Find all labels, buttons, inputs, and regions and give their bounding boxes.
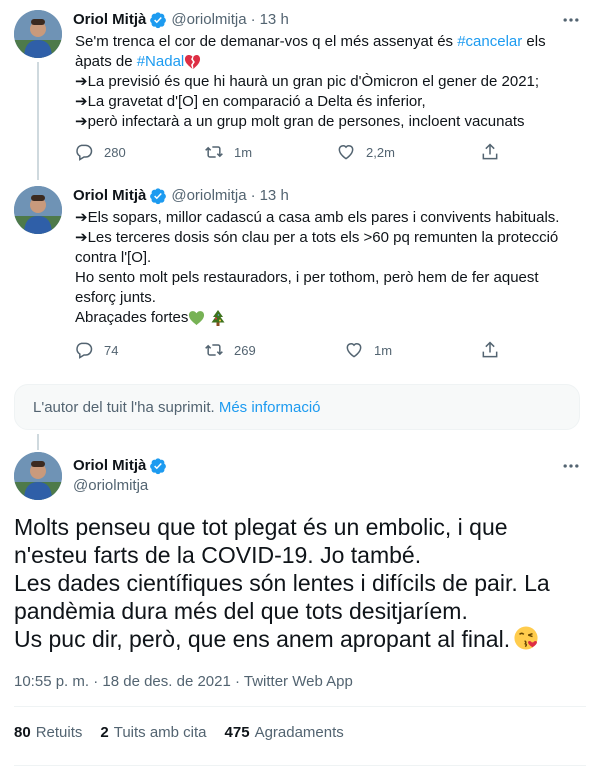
- avatar-photo: [14, 10, 62, 58]
- retweet-button[interactable]: 1m: [204, 142, 252, 162]
- heart-icon: [338, 145, 354, 160]
- main-tweet-handle-row: @oriolmitja: [73, 476, 148, 496]
- reply-icon: [76, 342, 93, 359]
- face-blowing-kiss-emoji-icon: [514, 626, 538, 650]
- green-heart-emoji-icon: [189, 311, 205, 326]
- reply-button[interactable]: 74: [74, 340, 118, 360]
- main-tweet-header: Oriol Mitjà: [73, 456, 171, 476]
- retweet-icon: [205, 146, 223, 158]
- author-handle[interactable]: @oriolmitja: [73, 476, 148, 496]
- reply-count: 74: [104, 342, 119, 358]
- hashtag-nadal[interactable]: #Nadal: [137, 53, 185, 70]
- verified-badge-icon: [150, 12, 167, 29]
- like-button[interactable]: 1m: [344, 340, 392, 360]
- avatar-photo: [14, 186, 62, 234]
- hashtag-cancelar[interactable]: #cancelar: [457, 33, 522, 50]
- author-name[interactable]: Oriol Mitjà: [73, 456, 146, 476]
- reply-count: 280: [104, 144, 126, 160]
- share-icon: [482, 143, 498, 160]
- tweet-text-part: Se'm trenca el cor de demanar-vos q el m…: [75, 33, 458, 50]
- avatar[interactable]: [14, 10, 62, 58]
- retweet-button[interactable]: 269: [204, 340, 256, 360]
- avatar[interactable]: [14, 186, 62, 234]
- like-button[interactable]: 2,2m: [336, 142, 395, 162]
- tweet-header: Oriol Mitjà @oriolmitja · 13 h: [73, 186, 289, 206]
- stat-count: 80: [14, 724, 31, 741]
- christmas-tree-emoji-icon: [211, 310, 225, 327]
- likes-stat[interactable]: 475 Agradaments: [225, 724, 344, 741]
- share-icon: [482, 341, 498, 358]
- deleted-notice-text: L'autor del tuit l'ha suprimit.: [33, 399, 215, 416]
- main-tweet-avatar[interactable]: [14, 452, 62, 500]
- tweet-text: Se'm trenca el cor de demanar-vos q el m…: [75, 32, 580, 132]
- stat-label: Agradaments: [254, 724, 344, 741]
- more-options-icon[interactable]: [561, 456, 581, 476]
- tweet-time[interactable]: 13 h: [260, 186, 289, 206]
- reply-icon: [76, 144, 93, 161]
- stat-count: 2: [100, 724, 109, 741]
- thread-tweet-1[interactable]: Oriol Mitjà @oriolmitja · 13 h Se'm tren…: [0, 0, 599, 180]
- share-button[interactable]: [480, 340, 510, 360]
- avatar-photo: [14, 452, 62, 500]
- tweet-text-content: ➔Els sopars, millor cadascú a casa amb e…: [75, 209, 560, 326]
- author-name[interactable]: Oriol Mitjà: [73, 10, 146, 30]
- separator-dot: ·: [250, 11, 256, 28]
- tweet-header: Oriol Mitjà @oriolmitja · 13 h: [73, 10, 289, 30]
- stat-label: Retuits: [35, 724, 83, 741]
- tweet-timestamp[interactable]: 10:55 p. m. · 18 de des. de 2021 · Twitt…: [14, 673, 353, 690]
- tweet-text-part: ➔La previsió és que hi haurà un gran pic…: [75, 73, 540, 130]
- retweet-count: 1m: [234, 144, 253, 160]
- author-handle[interactable]: @oriolmitja: [171, 10, 246, 30]
- broken-heart-emoji-icon: [185, 55, 201, 70]
- share-button[interactable]: [480, 142, 510, 162]
- more-options-icon[interactable]: [561, 10, 581, 30]
- deleted-tweet-notice: L'autor del tuit l'ha suprimit. Més info…: [14, 384, 580, 430]
- verified-badge-icon: [150, 188, 167, 205]
- tweet-time[interactable]: 13 h: [260, 10, 289, 30]
- main-tweet-text: Molts penseu que tot plegat és un emboli…: [14, 513, 586, 653]
- verified-badge-icon: [150, 458, 167, 475]
- tweet-actions: 74 269 1m: [70, 340, 520, 364]
- retweet-icon: [205, 344, 223, 356]
- tweet-text: ➔Els sopars, millor cadascú a casa amb e…: [75, 208, 580, 328]
- retweet-count: 269: [234, 342, 256, 358]
- stat-label: Tuits amb cita: [113, 724, 207, 741]
- thread-tweet-2[interactable]: Oriol Mitjà @oriolmitja · 13 h ➔Els sopa…: [0, 176, 599, 372]
- divider: [14, 765, 586, 766]
- thread-line: [37, 434, 39, 450]
- separator-dot: ·: [250, 187, 256, 204]
- author-handle[interactable]: @oriolmitja: [171, 186, 246, 206]
- main-tweet-text-content: Molts penseu que tot plegat és un emboli…: [14, 514, 550, 652]
- more-info-link[interactable]: Més informació: [219, 399, 321, 416]
- heart-icon: [346, 343, 362, 358]
- like-count: 2,2m: [366, 144, 395, 160]
- like-count: 1m: [374, 342, 393, 358]
- retweets-stat[interactable]: 80 Retuits: [14, 724, 82, 741]
- reply-button[interactable]: 280: [74, 142, 126, 162]
- stat-count: 475: [224, 724, 250, 741]
- quote-tweets-stat[interactable]: 2 Tuits amb cita: [100, 724, 206, 741]
- thread-line: [37, 62, 39, 180]
- tweet-stats: 80 Retuits 2 Tuits amb cita 475 Agradaments: [14, 724, 344, 741]
- divider: [14, 706, 586, 707]
- tweet-actions: 280 1m 2,2m: [70, 142, 520, 166]
- author-name[interactable]: Oriol Mitjà: [73, 186, 146, 206]
